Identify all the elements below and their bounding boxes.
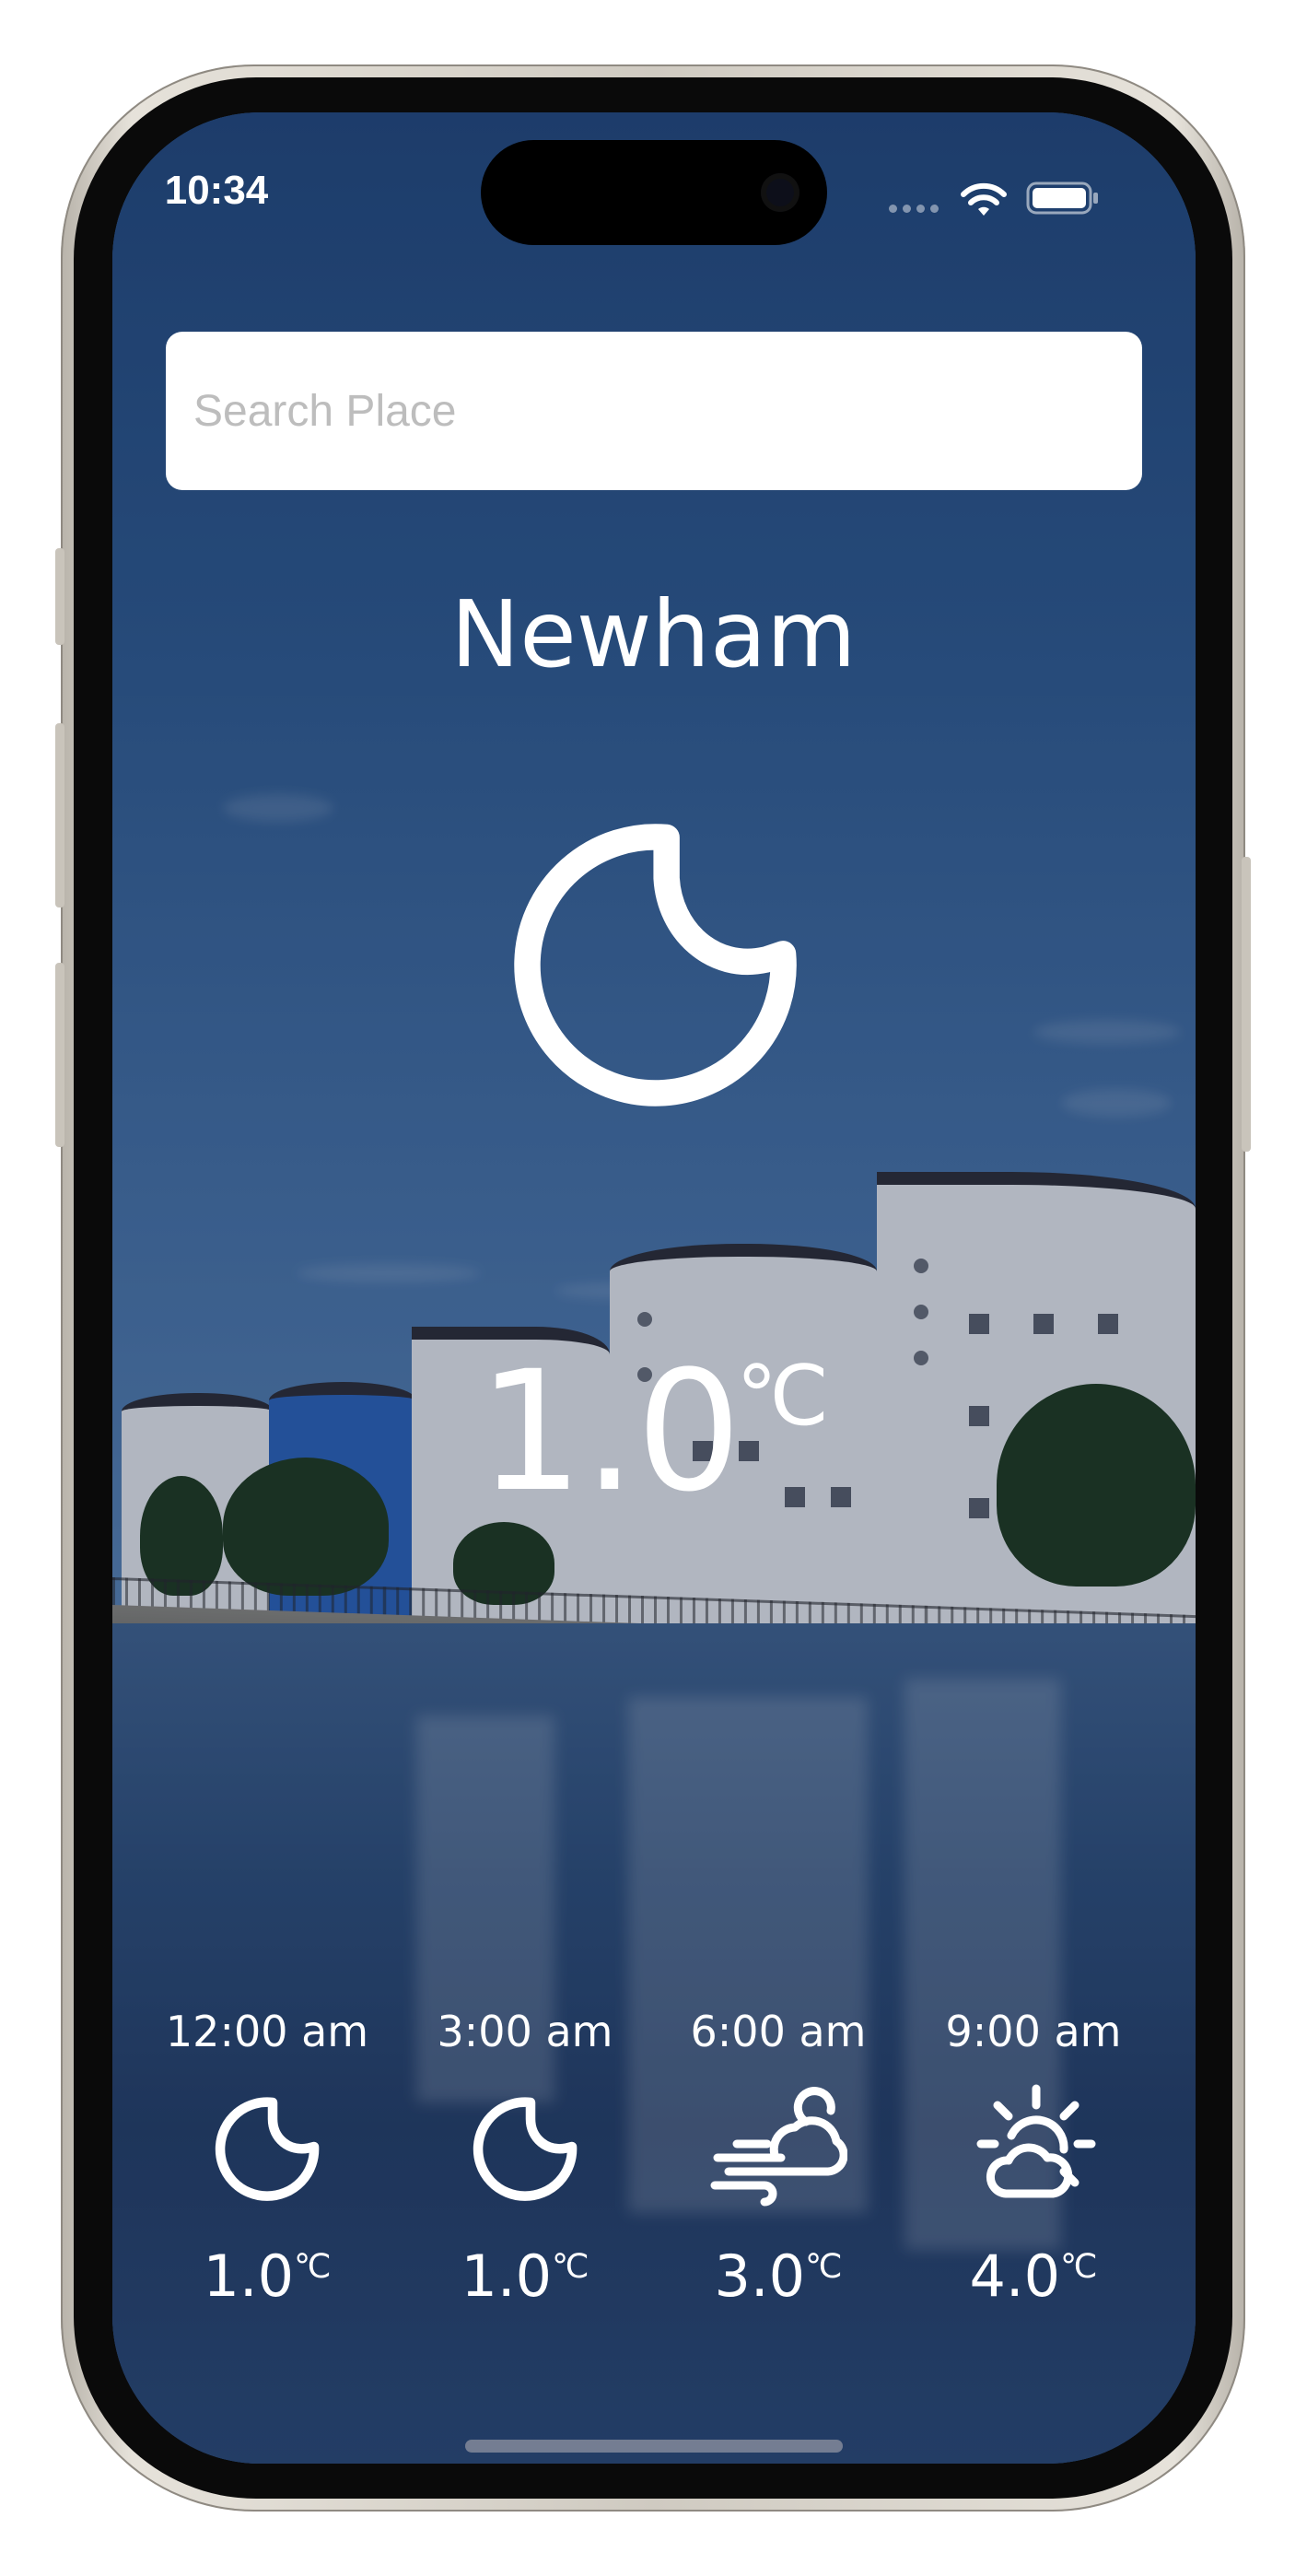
forecast-temperature-unit: ℃ bbox=[805, 2248, 843, 2286]
cloud-wind-icon bbox=[710, 2087, 847, 2207]
volume-up-button bbox=[55, 723, 64, 907]
current-temperature: 1.0℃ bbox=[0, 1336, 1307, 1528]
forecast-time: 3:00 am bbox=[437, 2007, 613, 2056]
forecast-temperature-value: 4.0 bbox=[969, 2242, 1061, 2310]
forecast-temperature-value: 3.0 bbox=[714, 2242, 806, 2310]
moon-icon bbox=[473, 2097, 578, 2201]
forecast-temperature-value: 1.0 bbox=[461, 2242, 553, 2310]
forecast-temperature-unit: ℃ bbox=[294, 2248, 332, 2286]
forecast-temperature: 3.0℃ bbox=[672, 2242, 884, 2310]
moon-icon bbox=[514, 824, 797, 1107]
camera-icon bbox=[761, 173, 799, 212]
forecast-temperature: 1.0℃ bbox=[419, 2242, 631, 2310]
sun-cloud-icon bbox=[976, 2084, 1096, 2198]
city-name: Newham bbox=[450, 580, 857, 688]
moon-icon bbox=[215, 2097, 320, 2201]
forecast-item: 12:00 am 1.0℃ bbox=[161, 1999, 373, 2310]
forecast-time: 6:00 am bbox=[690, 2007, 867, 2056]
status-time: 10:34 bbox=[164, 168, 269, 213]
home-indicator[interactable] bbox=[465, 2440, 843, 2453]
forecast-item: 9:00 am 4.0℃ bbox=[928, 1999, 1139, 2310]
forecast-item: 3:00 am 1.0℃ bbox=[419, 1999, 631, 2310]
forecast-item: 6:00 am 3.0℃ bbox=[672, 1999, 884, 2310]
forecast-temperature: 1.0℃ bbox=[161, 2242, 373, 2310]
forecast-time: 9:00 am bbox=[945, 2007, 1122, 2056]
volume-down-button bbox=[55, 963, 64, 1147]
wifi-icon bbox=[961, 182, 1007, 216]
battery-icon bbox=[1026, 181, 1098, 215]
forecast-temperature: 4.0℃ bbox=[928, 2242, 1139, 2310]
forecast-time: 12:00 am bbox=[165, 2007, 369, 2056]
forecast-temperature-unit: ℃ bbox=[552, 2248, 589, 2286]
forecast-temperature-unit: ℃ bbox=[1060, 2248, 1098, 2286]
dynamic-island bbox=[481, 140, 827, 245]
current-temperature-value: 1.0 bbox=[477, 1336, 742, 1528]
signal-icon bbox=[889, 205, 944, 214]
forecast-temperature-value: 1.0 bbox=[203, 2242, 295, 2310]
power-button bbox=[1242, 857, 1251, 1152]
current-temperature-unit: ℃ bbox=[736, 1348, 830, 1445]
search-input[interactable] bbox=[166, 332, 1142, 490]
hourly-forecast: 12:00 am 1.0℃ 3:00 am 1.0℃ 6:00 am 3.0℃ … bbox=[161, 1999, 1147, 2310]
